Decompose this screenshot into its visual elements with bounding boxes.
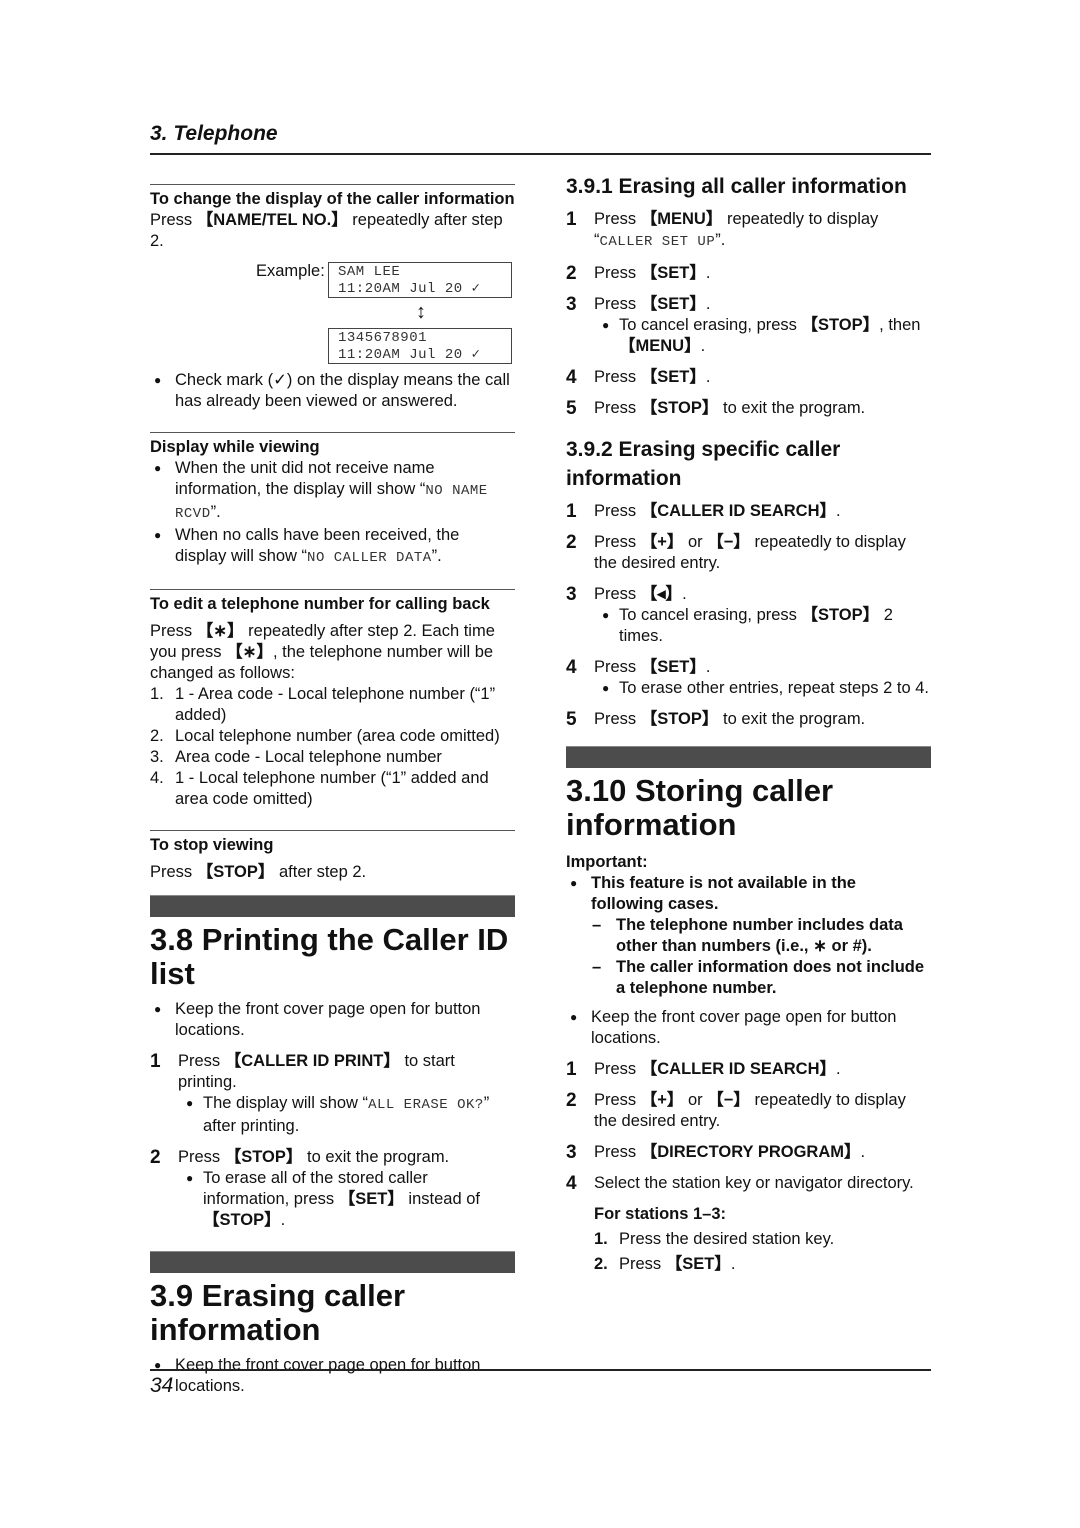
stop-viewing-heading: To stop viewing (150, 836, 274, 854)
stop-key: 【STOP】 (640, 399, 719, 417)
header-rule (150, 153, 931, 155)
divider (150, 184, 515, 185)
caller-id-print-key: 【CALLER ID PRINT】 (224, 1052, 400, 1070)
list-item: 1. 1 - Area code - Local telephone number… (150, 685, 496, 724)
set-key: 【SET】 (665, 1255, 731, 1273)
stations-list: 1. Press the desired station key. 2. Press… (594, 1229, 931, 1275)
name-tel-key: 【NAME/TEL NO.】 (196, 211, 348, 229)
right-column: 3.9.1 Erasing all caller information 1 P… (566, 172, 931, 1275)
step-2: 2 Press 【SET】. (566, 263, 711, 284)
step-1: 1 Press 【CALLER ID SEARCH】. (566, 501, 841, 522)
left-column: To change the display of the caller info… (150, 184, 515, 1397)
minus-key: 【−】 (707, 533, 750, 551)
step-2: 2 Press 【+】 or 【−】 repeatedly to display … (566, 532, 906, 572)
step-4: 4 Press 【SET】. To erase other entries, r… (566, 657, 931, 699)
set-key: 【SET】 (640, 264, 706, 282)
left-arrow-key-icon: 【◂】 (640, 585, 683, 603)
stop-key: 【STOP】 (640, 710, 719, 728)
minus-key: 【−】 (707, 1091, 750, 1109)
divider (150, 432, 515, 433)
important-case-1: The telephone number includes data other… (566, 915, 931, 957)
set-key: 【SET】 (640, 658, 706, 676)
section-bar (566, 746, 931, 768)
step-4: 4 Press 【SET】. (566, 367, 711, 388)
section-bar (150, 895, 515, 917)
front-cover-bullet: Keep the front cover page open for butto… (150, 999, 515, 1041)
stop-viewing-text: Press 【STOP】 after step 2. (150, 863, 367, 881)
up-down-arrow-icon: ↕ (416, 301, 426, 323)
display-viewing-heading: Display while viewing (150, 438, 320, 456)
important-label: Important: (566, 853, 648, 871)
caller-id-search-key: 【CALLER ID SEARCH】 (640, 502, 837, 520)
important-case-2: The caller information does not include … (566, 957, 931, 999)
section-3-9-2-title: 3.9.2 Erasing specific caller informatio… (566, 438, 841, 490)
display-example: Example: SAM LEE 11:20AM Jul 20 ✓ ↕ 1345… (150, 262, 515, 370)
change-display-heading: To change the display of the caller info… (150, 190, 515, 208)
section-3-9-1-title: 3.9.1 Erasing all caller information (566, 175, 907, 198)
no-caller-bullet: When no calls have been received, the di… (150, 525, 515, 569)
list-item: 3. Area code - Local telephone number (150, 748, 442, 766)
stop-key: 【STOP】 (224, 1148, 303, 1166)
footer-rule (150, 1369, 931, 1371)
step-4: 4 Select the station key or navigator di… (566, 1173, 931, 1275)
list-item: 2. Local telephone number (area code omit… (150, 727, 500, 745)
step-3: 3 Press 【SET】. To cancel erasing, press … (566, 294, 931, 357)
edit-number-list: 1. 1 - Area code - Local telephone number… (150, 684, 515, 810)
set-key: 【SET】 (640, 368, 706, 386)
section-3-10-title: 3.10 Storing caller information (566, 773, 834, 842)
example-label: Example: (256, 262, 325, 280)
section-3-9-title: 3.9 Erasing caller information (150, 1278, 406, 1347)
star-key: 【∗】 (196, 622, 244, 640)
stop-key: 【STOP】 (196, 863, 275, 881)
stations-heading: For stations 1–3: (594, 1205, 727, 1223)
change-display-text: Press 【NAME/TEL NO.】 repeatedly after st… (150, 211, 503, 250)
lcd-display-number: 1345678901 11:20AM Jul 20 ✓ (328, 328, 512, 364)
edit-number-heading: To edit a telephone number for calling b… (150, 595, 490, 613)
set-key: 【SET】 (640, 295, 706, 313)
front-cover-bullet: Keep the front cover page open for butto… (566, 1007, 931, 1049)
step-1: 1 Press 【MENU】 repeatedly to display “CA… (566, 209, 879, 250)
divider (150, 830, 515, 831)
page-number: 34 (150, 1374, 174, 1397)
step-3: 3 Press 【◂】. To cancel erasing, press 【S… (566, 584, 931, 647)
chapter-title: 3. Telephone (150, 122, 278, 145)
caller-id-search-key: 【CALLER ID SEARCH】 (640, 1060, 837, 1078)
step-2: 2 Press 【+】 or 【−】 repeatedly to display … (566, 1090, 906, 1130)
menu-key: 【MENU】 (640, 210, 723, 228)
step-5: 5 Press 【STOP】 to exit the program. (566, 398, 866, 419)
section-bar (150, 1251, 515, 1273)
front-cover-bullet: Keep the front cover page open for butto… (150, 1355, 515, 1397)
lcd-display-name: SAM LEE 11:20AM Jul 20 ✓ (328, 262, 512, 298)
no-name-bullet: When the unit did not receive name infor… (150, 458, 515, 525)
star-key: 【∗】 (226, 643, 273, 661)
plus-key: 【+】 (640, 1091, 684, 1109)
step-1: 1 Press 【CALLER ID PRINT】 to start print… (150, 1051, 515, 1137)
list-item: 2. Press 【SET】. (594, 1255, 736, 1273)
step-2: 2 Press 【STOP】 to exit the program. To e… (150, 1147, 515, 1231)
list-item: 1. Press the desired station key. (594, 1230, 835, 1248)
edit-number-text: Press 【∗】 repeatedly after step 2. Each … (150, 622, 495, 682)
list-item: 4. 1 - Local telephone number (“1” added … (150, 769, 489, 808)
step-5: 5 Press 【STOP】 to exit the program. (566, 709, 866, 730)
plus-key: 【+】 (640, 533, 684, 551)
step-1: 1 Press 【CALLER ID SEARCH】. (566, 1059, 841, 1080)
section-3-8-title: 3.8 Printing the Caller ID list (150, 922, 509, 991)
step-3: 3 Press 【DIRECTORY PROGRAM】. (566, 1142, 866, 1163)
important-bullet: This feature is not available in the fol… (566, 873, 931, 915)
checkmark-note: Check mark (✓) on the display means the … (150, 370, 515, 412)
directory-program-key: 【DIRECTORY PROGRAM】 (640, 1143, 861, 1161)
divider (150, 589, 515, 590)
